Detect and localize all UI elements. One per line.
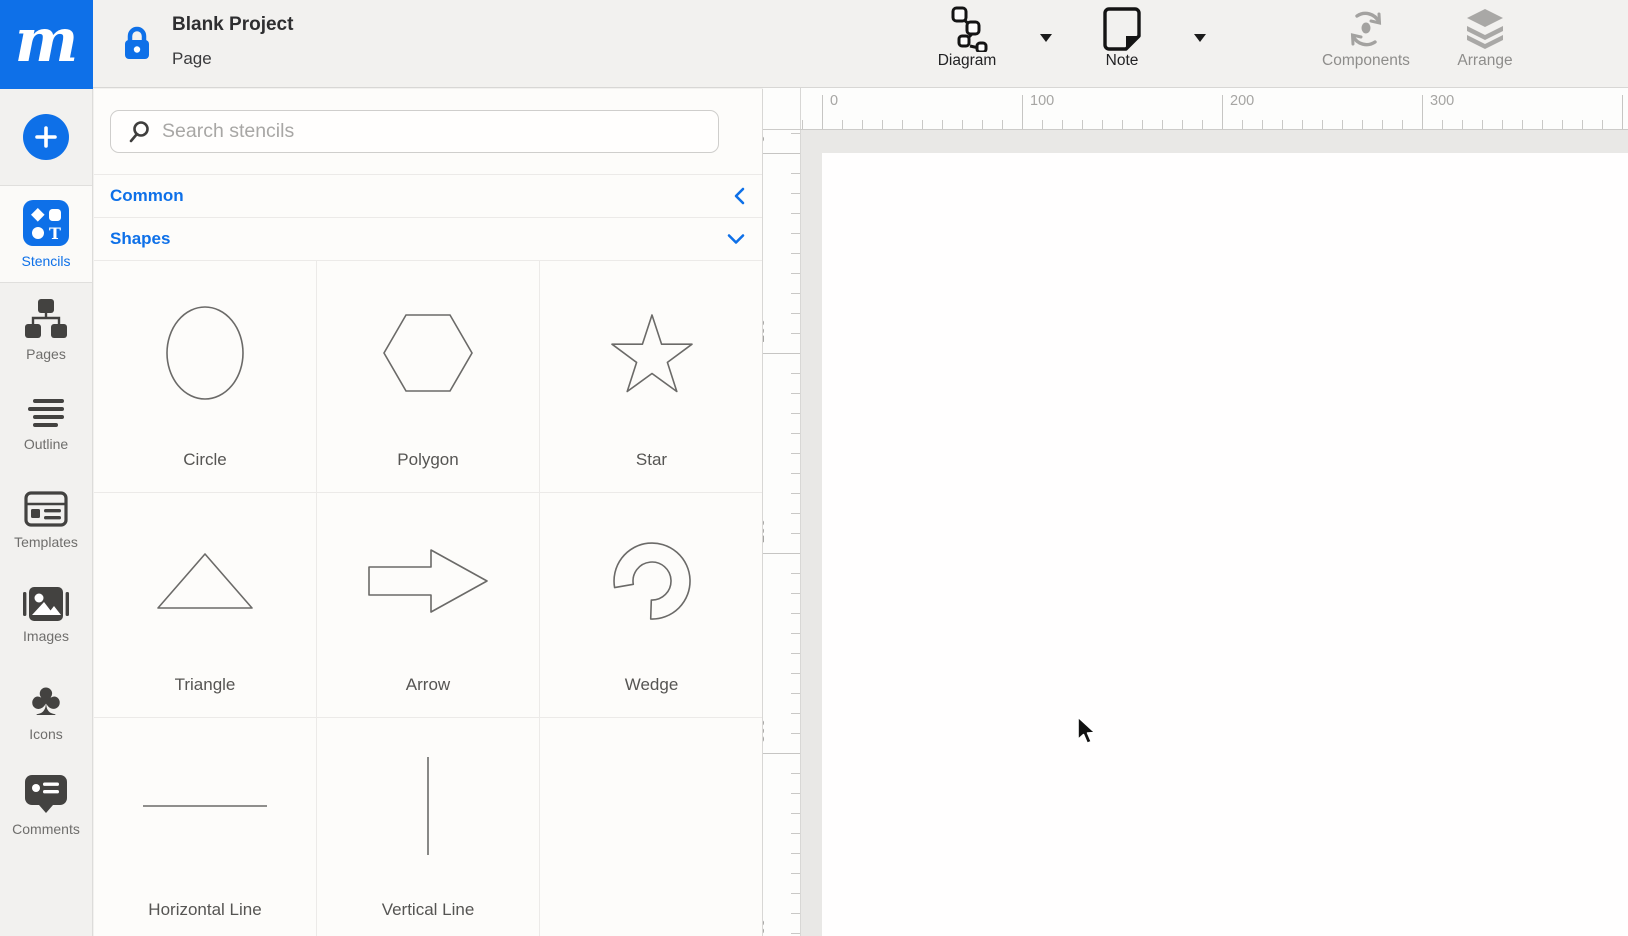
v-ruler-label: 100 <box>763 319 768 343</box>
arrange-layers-icon <box>1465 5 1505 52</box>
logo-letter: m <box>15 6 79 76</box>
stencil-triangle[interactable]: Triangle <box>94 493 317 718</box>
components-sync-icon <box>1345 5 1387 52</box>
sidebar-item-stencils[interactable]: T Stencils <box>0 186 92 283</box>
sidebar-item-templates[interactable]: Templates <box>0 473 92 568</box>
stencil-label: Horizontal Line <box>148 900 261 920</box>
section-header-shapes[interactable]: Shapes <box>94 217 763 260</box>
v-ruler-label: 300 <box>763 719 768 743</box>
polygon-shape <box>383 314 473 392</box>
search-input[interactable] <box>162 120 682 143</box>
sidebar-item-images[interactable]: Images <box>0 568 92 663</box>
images-icon <box>23 587 69 621</box>
sidebar-item-label: Images <box>23 628 69 644</box>
diagram-button[interactable]: Diagram <box>917 5 1017 85</box>
sidebar-item-label: Stencils <box>21 253 70 269</box>
diagram-dropdown-caret[interactable] <box>1039 31 1053 49</box>
section-header-common[interactable]: Common <box>94 174 763 217</box>
vertical-line-shape <box>426 756 430 856</box>
horizontal-ruler[interactable]: 0 100 200 300 <box>763 88 1628 130</box>
templates-icon <box>24 491 68 527</box>
note-label: Note <box>1106 52 1139 70</box>
components-button[interactable]: Components <box>1306 5 1426 85</box>
note-button[interactable]: Note <box>1072 5 1172 85</box>
v-ruler-label: 200 <box>763 519 768 543</box>
ruler-corner <box>763 88 801 130</box>
plus-icon <box>35 126 57 148</box>
left-sidebar: T Stencils Pages Outline <box>0 89 93 936</box>
chevron-left-icon <box>733 187 745 205</box>
stencil-vertical-line[interactable]: Vertical Line <box>317 718 540 936</box>
horizontal-line-shape <box>142 804 268 808</box>
chevron-down-icon <box>727 233 745 245</box>
page-surface[interactable] <box>822 153 1628 936</box>
h-ruler-label: 100 <box>1030 93 1054 109</box>
stencil-label: Circle <box>183 450 226 470</box>
search-icon <box>129 121 150 143</box>
sidebar-item-comments[interactable]: Comments <box>0 758 92 853</box>
sidebar-item-label: Outline <box>24 436 68 452</box>
stencil-label: Polygon <box>397 450 458 470</box>
sidebar-item-pages[interactable]: Pages <box>0 283 92 378</box>
comments-icon <box>24 774 68 814</box>
stencil-label: Wedge <box>625 675 679 695</box>
stencil-circle[interactable]: Circle <box>94 261 317 493</box>
empty-grid-cell <box>540 718 763 936</box>
page-name[interactable]: Page <box>172 49 212 69</box>
club-icon: ♣ <box>31 679 61 719</box>
star-shape <box>611 313 693 393</box>
stencils-icon: T <box>23 200 69 246</box>
stencils-panel: Common Shapes Circle Polygon Star Triang… <box>94 89 763 936</box>
sidebar-item-outline[interactable]: Outline <box>0 378 92 473</box>
stencil-polygon[interactable]: Polygon <box>317 261 540 493</box>
wedge-shape <box>610 540 694 622</box>
section-label: Common <box>110 186 184 206</box>
canvas-area: 0 100 200 300 0 100 200 300 400 <box>763 88 1628 936</box>
h-ruler-label: 200 <box>1230 93 1254 109</box>
stencil-label: Arrow <box>406 675 450 695</box>
v-ruler-label: 0 <box>763 135 768 143</box>
stencil-label: Vertical Line <box>382 900 475 920</box>
sidebar-item-label: Comments <box>12 821 80 837</box>
svg-text:T: T <box>49 224 61 243</box>
sidebar-item-label: Templates <box>14 534 78 550</box>
lock-icon[interactable] <box>121 26 153 67</box>
note-dropdown-caret[interactable] <box>1193 31 1207 49</box>
stencil-search-box <box>110 110 719 153</box>
sidebar-item-label: Pages <box>26 346 66 362</box>
sidebar-item-icons[interactable]: ♣ Icons <box>0 663 92 758</box>
note-icon <box>1103 5 1141 52</box>
components-label: Components <box>1322 52 1410 70</box>
stencil-horizontal-line[interactable]: Horizontal Line <box>94 718 317 936</box>
h-ruler-label: 0 <box>830 93 838 109</box>
triangle-shape <box>157 553 253 609</box>
section-label: Shapes <box>110 229 170 249</box>
h-ruler-label: 300 <box>1430 93 1454 109</box>
app-header: m Blank Project Page Diagram <box>0 0 1628 88</box>
arrow-shape <box>368 549 488 613</box>
pages-icon <box>23 299 69 339</box>
arrange-button[interactable]: Arrange <box>1440 5 1530 85</box>
stencil-wedge[interactable]: Wedge <box>540 493 763 718</box>
stencil-star[interactable]: Star <box>540 261 763 493</box>
stencil-label: Triangle <box>175 675 236 695</box>
diagram-label: Diagram <box>938 52 997 70</box>
stencil-arrow[interactable]: Arrow <box>317 493 540 718</box>
diagram-icon <box>946 5 988 52</box>
arrange-label: Arrange <box>1457 52 1512 70</box>
outline-icon <box>26 399 66 429</box>
project-title[interactable]: Blank Project <box>172 14 293 36</box>
vertical-ruler[interactable]: 0 100 200 300 400 <box>763 130 801 936</box>
sidebar-item-label: Icons <box>29 726 62 742</box>
shapes-grid: Circle Polygon Star Triangle Arrow Wedge… <box>94 260 763 936</box>
moqups-logo[interactable]: m <box>0 0 93 89</box>
add-stencil-button[interactable] <box>23 114 69 160</box>
stencil-label: Star <box>636 450 667 470</box>
v-ruler-label: 400 <box>763 919 768 936</box>
circle-shape <box>165 305 245 401</box>
